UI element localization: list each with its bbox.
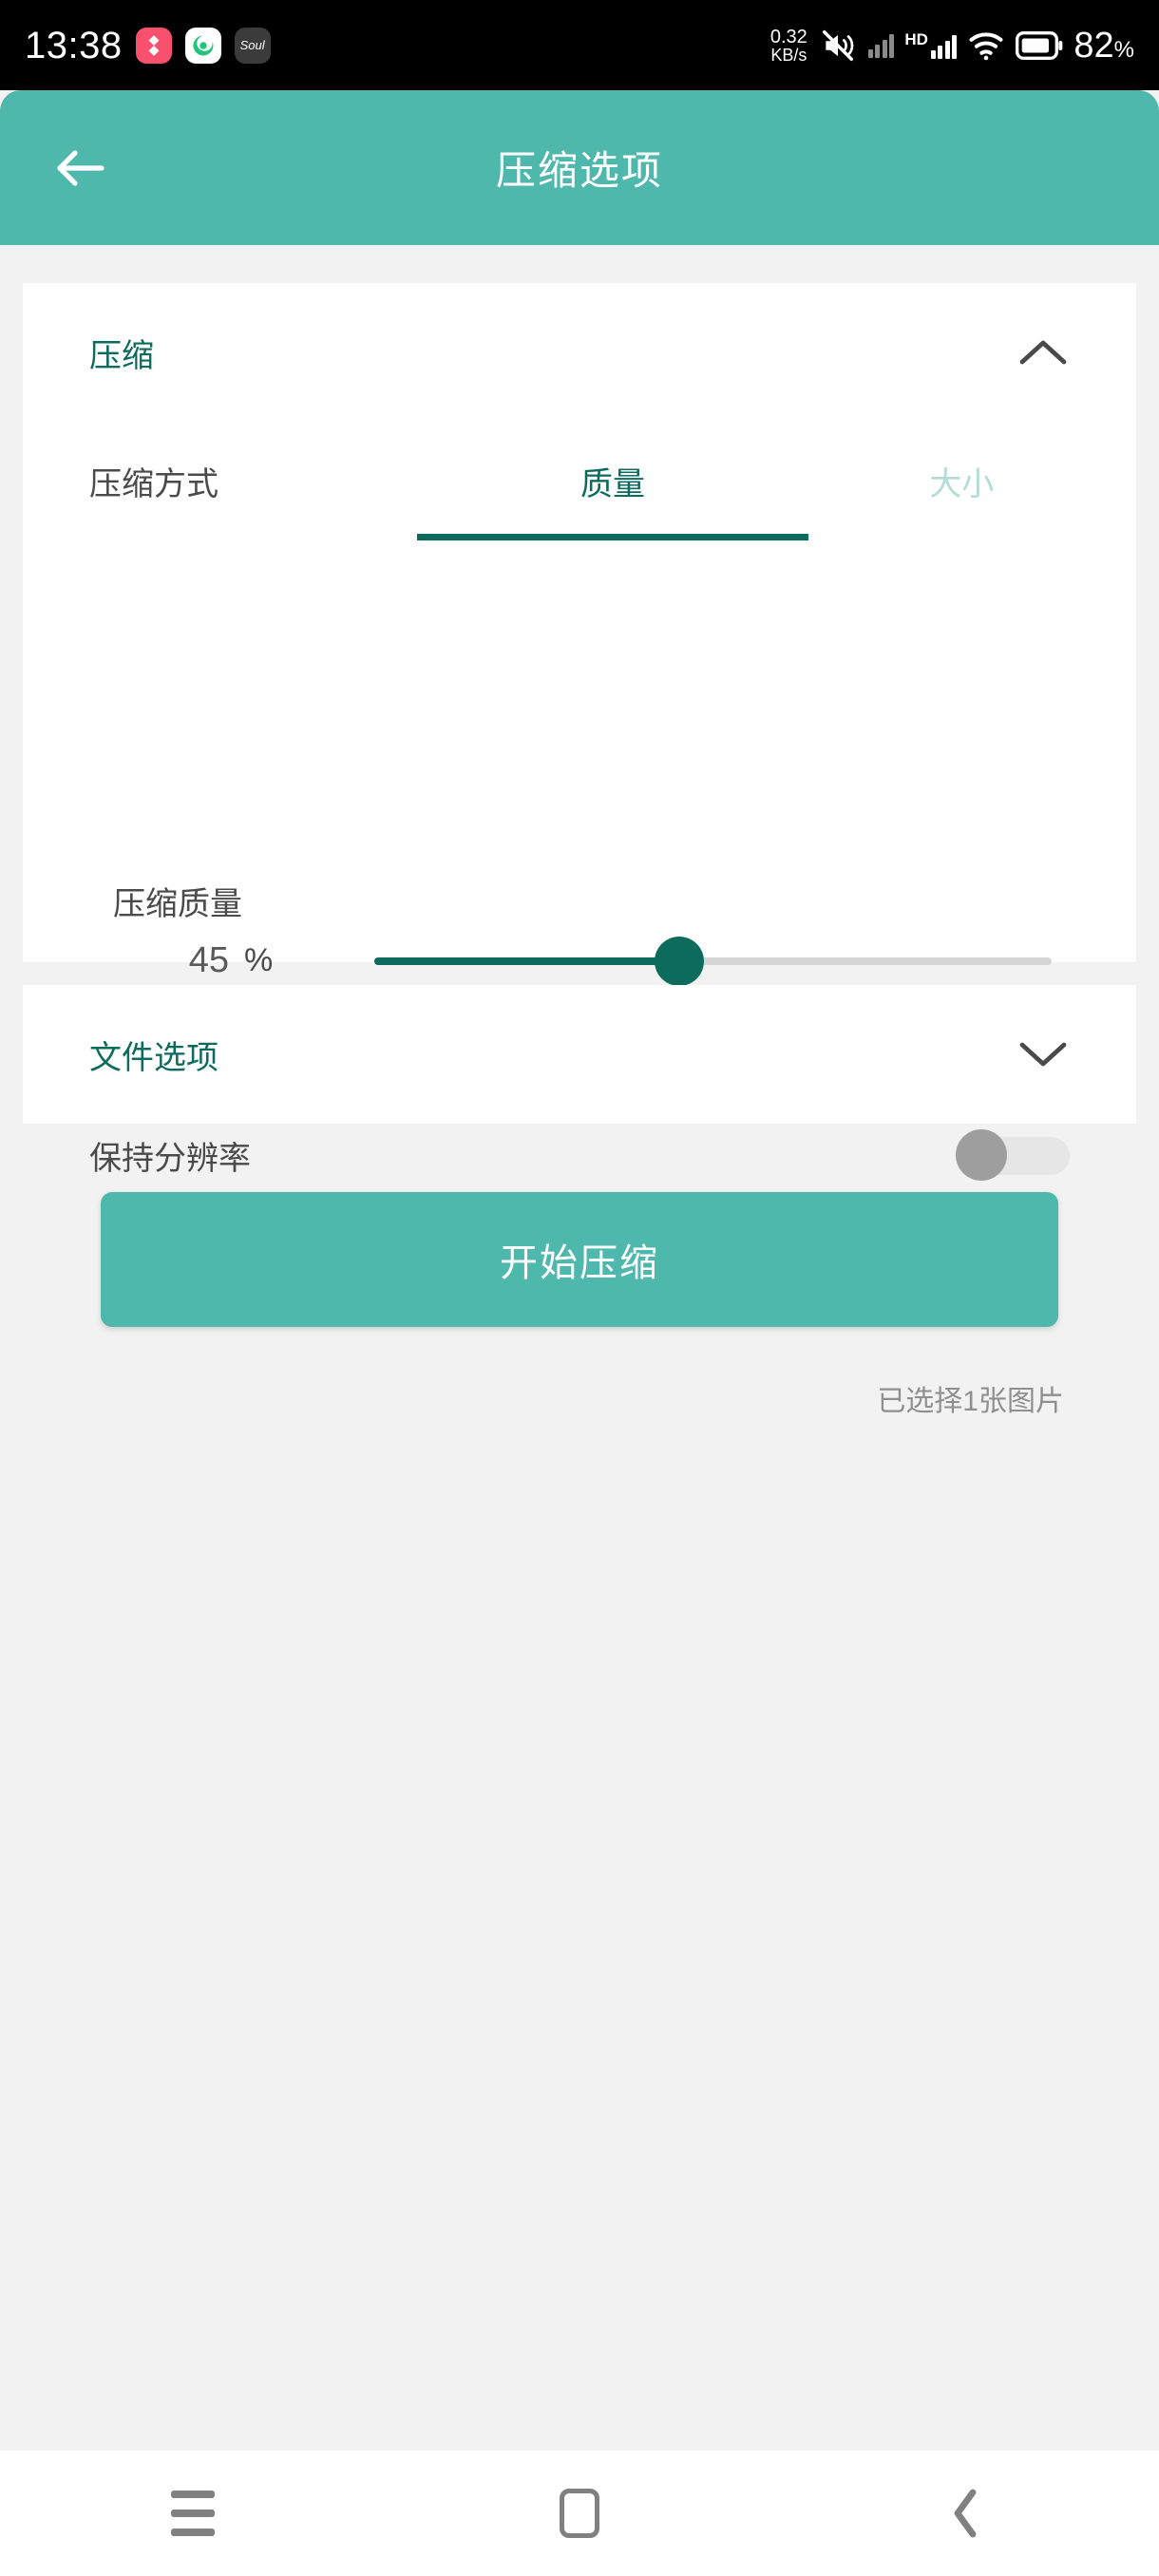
home-square-icon xyxy=(560,2489,599,2538)
compression-method-label: 压缩方式 xyxy=(89,466,218,502)
tab-quality-label: 质量 xyxy=(580,466,645,502)
keep-resolution-toggle[interactable] xyxy=(956,1129,1070,1181)
system-navigation-bar xyxy=(0,2451,1159,2576)
file-options-card[interactable]: 文件选项 xyxy=(23,985,1136,1124)
wifi-icon xyxy=(969,31,1003,60)
quality-slider-fill xyxy=(374,957,679,965)
keep-resolution-label: 保持分辨率 xyxy=(89,1140,251,1177)
status-bar-right: 0.32 KB/s HD 82% xyxy=(770,28,1134,64)
arrow-left-icon xyxy=(57,149,104,186)
quality-slider[interactable] xyxy=(374,937,1052,986)
mute-icon xyxy=(822,29,854,61)
file-options-card-header[interactable]: 文件选项 xyxy=(23,985,1136,1124)
quality-slider-thumb[interactable] xyxy=(654,937,704,986)
selection-status-note: 已选择1张图片 xyxy=(877,1386,1064,1417)
nav-back-button[interactable] xyxy=(772,2487,1159,2540)
compress-card-title: 压缩 xyxy=(89,337,154,374)
chevron-up-icon[interactable] xyxy=(1016,326,1070,379)
signal-bars-icon: HD xyxy=(904,30,958,59)
battery-percent-label: 82% xyxy=(1074,28,1134,64)
start-compression-button[interactable]: 开始压缩 xyxy=(101,1192,1058,1327)
status-clock: 13:38 xyxy=(25,24,123,66)
signal-no-service-icon xyxy=(867,33,895,58)
tab-active-indicator xyxy=(416,534,808,540)
tab-quality[interactable]: 质量 xyxy=(416,422,808,540)
recents-menu-icon xyxy=(171,2491,216,2536)
compression-method-tabs: 压缩方式 质量 大小 xyxy=(23,422,1136,540)
network-speed-unit: KB/s xyxy=(770,45,808,65)
compress-card: 压缩 压缩方式 质量 大小 压缩质量 45 % 保持分辨率 xyxy=(23,283,1136,1181)
quality-section-label: 压缩质量 xyxy=(113,886,242,922)
compress-card-header[interactable]: 压缩 xyxy=(23,283,1136,422)
status-bar-left: 13:38 Soul xyxy=(25,27,271,65)
compression-method-label-cell: 压缩方式 xyxy=(23,422,438,540)
battery-percent-symbol: % xyxy=(1113,36,1134,63)
app-bar: 压缩选项 xyxy=(0,90,1159,245)
hd-label: HD xyxy=(904,30,928,48)
network-speed-value: 0.32 xyxy=(770,26,808,47)
nav-home-button[interactable] xyxy=(387,2489,773,2538)
quality-value-field[interactable]: 45 xyxy=(121,938,235,1007)
page-title: 压缩选项 xyxy=(495,148,663,193)
phone-screen: 13:38 Soul 0.32 KB/s HD 82% 压缩选项 压缩 压缩方式… xyxy=(0,0,1159,2576)
pink-heart-app-icon xyxy=(135,27,172,64)
quality-value: 45 xyxy=(188,940,229,980)
back-button[interactable] xyxy=(49,137,112,199)
battery-percent-value: 82 xyxy=(1074,25,1114,66)
toggle-knob xyxy=(956,1129,1007,1181)
status-bar: 13:38 Soul 0.32 KB/s HD 82% xyxy=(0,0,1159,90)
back-chevron-icon xyxy=(954,2489,977,2538)
file-options-card-title: 文件选项 xyxy=(89,1039,218,1076)
nav-recents-button[interactable] xyxy=(0,2491,387,2536)
soul-app-icon: Soul xyxy=(234,27,271,64)
network-speed-indicator: 0.32 KB/s xyxy=(770,28,808,64)
chevron-down-icon[interactable] xyxy=(1016,1028,1070,1081)
tab-size[interactable]: 大小 xyxy=(788,422,1136,540)
tab-size-label: 大小 xyxy=(929,466,995,502)
green-swirl-app-icon xyxy=(184,27,221,64)
battery-icon xyxy=(1016,30,1063,60)
percent-symbol: % xyxy=(244,942,274,978)
